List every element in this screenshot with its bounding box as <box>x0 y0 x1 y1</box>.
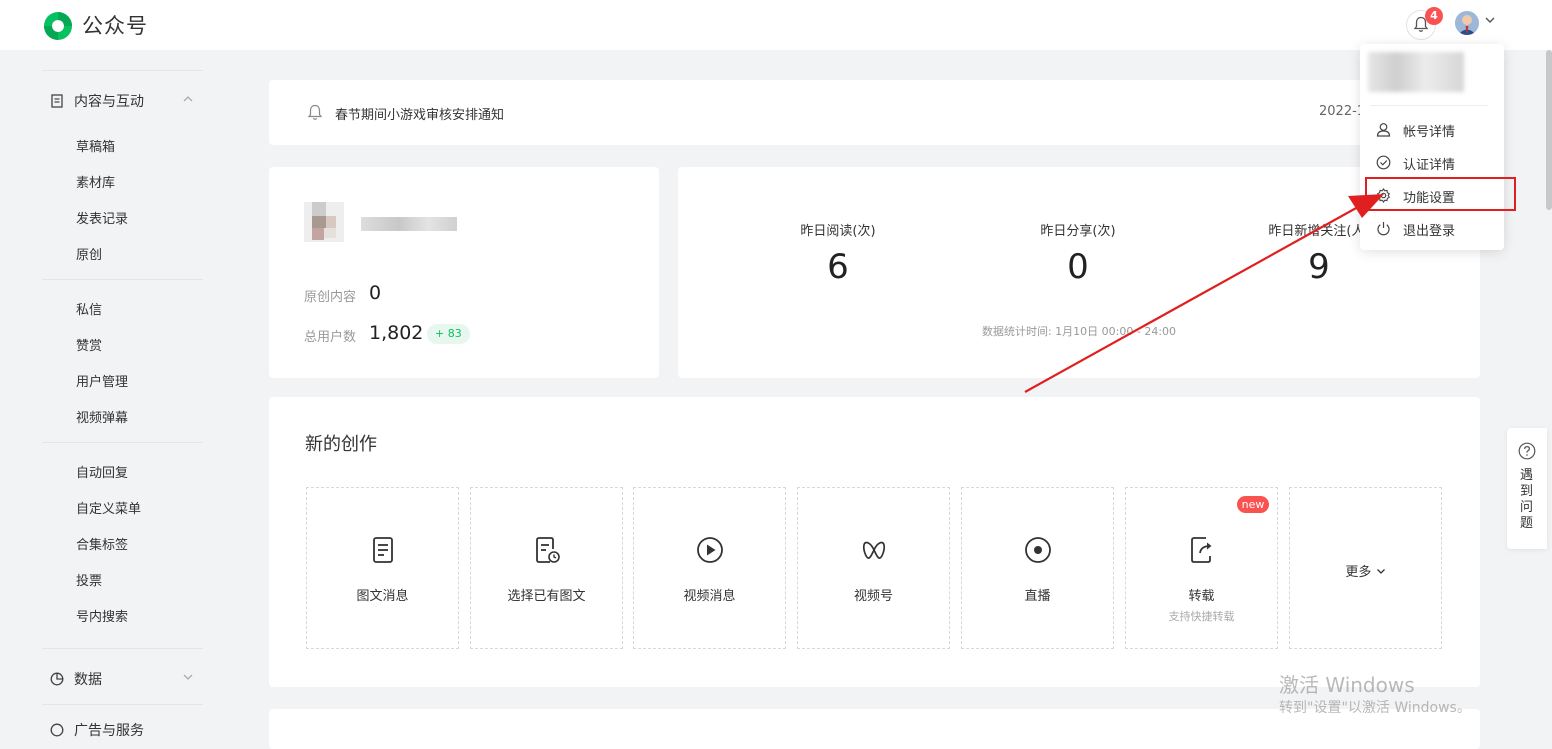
question-icon <box>1518 442 1536 460</box>
play-icon <box>697 537 723 563</box>
more-label: 更多 <box>1345 565 1372 580</box>
notice-date: 2022-1 <box>1319 104 1366 119</box>
live-icon <box>1025 537 1051 563</box>
create-article-tile[interactable]: 图文消息 <box>306 487 459 649</box>
total-users-label: 总用户数 <box>304 330 357 345</box>
sidebar-group-content[interactable]: 内容与互动 <box>50 91 193 111</box>
annotation-highlight-box <box>1365 177 1516 211</box>
existing-article-icon <box>536 537 560 563</box>
sidebar-divider <box>42 704 203 705</box>
stat-label-shares: 昨日分享(次) <box>1040 224 1116 239</box>
more-tile[interactable]: 更多 <box>1289 487 1442 649</box>
windows-activation-hint: 转到"设置"以激活 Windows。 <box>1279 700 1471 716</box>
tile-label: 转载 <box>1188 589 1215 604</box>
document-icon <box>51 94 63 108</box>
sidebar-group-label: 内容与互动 <box>74 94 144 110</box>
sidebar-item-original[interactable]: 原创 <box>76 244 102 263</box>
tile-sublabel: 支持快捷转载 <box>1168 610 1235 623</box>
chevron-down-icon <box>183 674 193 680</box>
sidebar-item-vote[interactable]: 投票 <box>76 570 102 589</box>
sidebar-item-auto-reply[interactable]: 自动回复 <box>76 462 128 481</box>
new-creation-card: 新的创作 图文消息 选择已有图文 视频消息 视频号 直播 转载 支持快捷转载 更… <box>269 397 1480 687</box>
stats-time-note: 数据统计时间: 1月10日 00:00 - 24:00 <box>981 325 1177 338</box>
notification-count-badge: 4 <box>1425 7 1443 25</box>
stat-value-new-follows: 9 <box>1308 247 1330 287</box>
sidebar-item-user-management[interactable]: 用户管理 <box>76 371 128 390</box>
sidebar-group-label: 广告与服务 <box>74 723 144 739</box>
sidebar-divider <box>42 70 203 71</box>
sidebar-item-drafts[interactable]: 草稿箱 <box>76 136 115 155</box>
user-icon <box>1376 123 1391 137</box>
channels-icon <box>862 541 886 559</box>
account-avatar <box>304 202 344 242</box>
tile-label: 选择已有图文 <box>507 589 586 604</box>
notice-title[interactable]: 春节期间小游戏审核安排通知 <box>335 104 504 123</box>
original-content-value: 0 <box>369 282 382 304</box>
menu-item-label: 认证详情 <box>1403 158 1456 173</box>
sidebar-item-custom-menu[interactable]: 自定义菜单 <box>76 498 141 517</box>
tile-label: 图文消息 <box>356 589 409 604</box>
help-button[interactable]: 遇到问题 <box>1507 428 1547 549</box>
menu-item-label: 退出登录 <box>1403 224 1456 239</box>
sidebar-item-publish-records[interactable]: 发表记录 <box>76 208 128 227</box>
chevron-down-icon <box>1376 569 1385 574</box>
channels-tile[interactable]: 视频号 <box>797 487 950 649</box>
menu-divider <box>1370 105 1488 106</box>
avatar[interactable] <box>1455 11 1479 35</box>
live-tile[interactable]: 直播 <box>961 487 1114 649</box>
original-content-label: 原创内容 <box>304 290 357 305</box>
account-name-blurred <box>361 217 457 231</box>
sidebar-group-data[interactable]: 数据 <box>50 669 193 689</box>
scrollbar[interactable] <box>1546 50 1552 210</box>
tile-label: 视频号 <box>853 589 893 604</box>
sidebar-group-ads-services[interactable]: 广告与服务 <box>50 720 144 740</box>
top-bar: 公众号 4 <box>0 0 1552 50</box>
more-dropdown[interactable]: 更多 <box>1290 561 1441 580</box>
notice-card[interactable]: 春节期间小游戏审核安排通知 2022-1 <box>269 80 1480 145</box>
windows-activation-watermark: 激活 Windows <box>1279 673 1415 697</box>
help-label: 遇到问题 <box>1520 468 1534 531</box>
stat-value-reads: 6 <box>827 247 849 287</box>
repost-icon <box>1191 537 1212 563</box>
select-existing-article-tile[interactable]: 选择已有图文 <box>470 487 623 649</box>
pie-chart-icon <box>50 672 64 686</box>
power-icon <box>1377 222 1390 236</box>
chevron-up-icon <box>183 96 193 102</box>
sidebar-group-label: 数据 <box>74 672 102 688</box>
new-creation-title: 新的创作 <box>305 434 377 455</box>
sidebar-item-video-danmaku[interactable]: 视频弹幕 <box>76 407 128 426</box>
stat-value-shares: 0 <box>1067 247 1089 287</box>
chevron-down-icon[interactable] <box>1484 14 1496 26</box>
article-icon <box>373 537 393 563</box>
total-users-value: 1,802 <box>369 322 424 344</box>
sidebar-divider <box>42 648 203 649</box>
new-badge: new <box>1237 496 1269 513</box>
check-circle-icon <box>1376 155 1391 170</box>
users-delta-badge: + 83 <box>427 324 470 344</box>
sidebar-divider <box>42 442 203 443</box>
stat-label-reads: 昨日阅读(次) <box>800 224 876 239</box>
sidebar-item-tips[interactable]: 赞赏 <box>76 335 102 354</box>
sidebar-item-in-account-search[interactable]: 号内搜索 <box>76 606 128 625</box>
sidebar-item-collection-tags[interactable]: 合集标签 <box>76 534 128 553</box>
menu-item-label: 帐号详情 <box>1403 125 1456 140</box>
tile-label: 视频消息 <box>683 589 736 604</box>
grid-icon <box>50 723 64 737</box>
sidebar-item-materials[interactable]: 素材库 <box>76 172 115 191</box>
tile-label: 直播 <box>1024 589 1051 604</box>
sidebar-item-messages[interactable]: 私信 <box>76 299 102 318</box>
account-dropdown-menu: 帐号详情 认证详情 功能设置 退出登录 <box>1360 44 1504 250</box>
logo-icon <box>44 12 72 40</box>
video-message-tile[interactable]: 视频消息 <box>633 487 786 649</box>
account-name-blurred <box>1368 52 1464 92</box>
profile-card: 原创内容 0 总用户数 1,802 + 83 <box>269 167 659 378</box>
app-title: 公众号 <box>82 14 148 38</box>
sidebar-divider <box>42 279 203 280</box>
bell-icon <box>307 104 323 120</box>
